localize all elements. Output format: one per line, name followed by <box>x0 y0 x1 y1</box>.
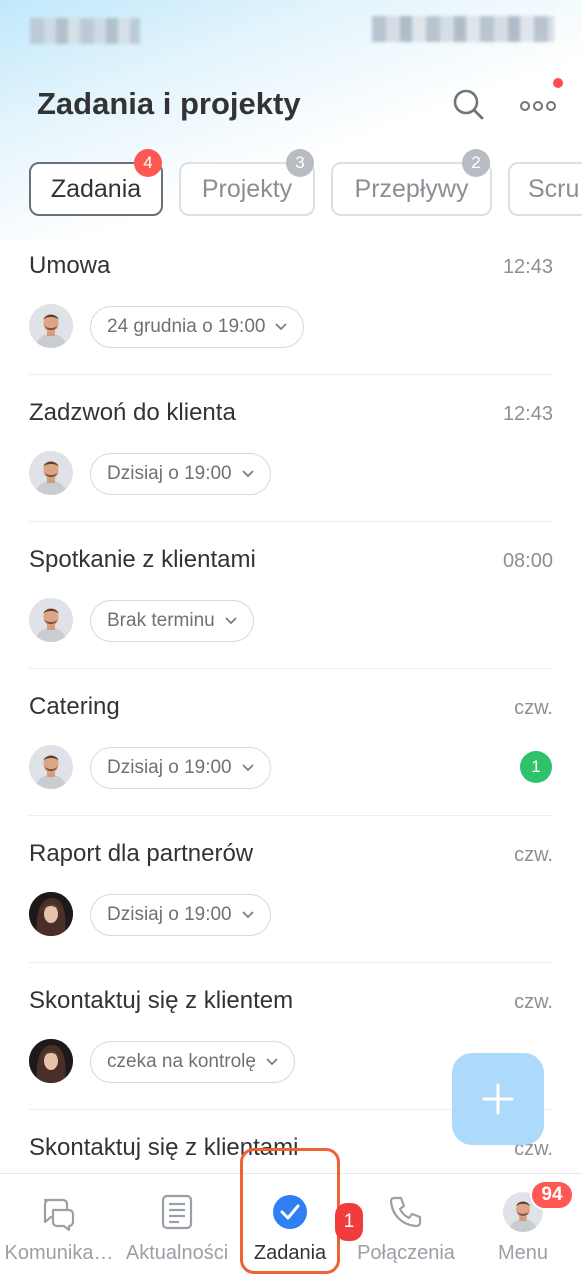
task-title: Zadzwoń do klienta <box>29 399 236 426</box>
tab-bar: Zadania 4 Projekty 3 Przepływy 2 Scru <box>0 148 582 228</box>
deadline-label: Brak terminu <box>107 610 215 631</box>
task-title: Skontaktuj się z klientem <box>29 987 294 1014</box>
nav-label: Połączenia <box>357 1242 455 1264</box>
nav-label: Zadania <box>253 1242 327 1264</box>
nav-item-zadania[interactable]: Zadania <box>240 1174 340 1280</box>
status-bar-left-redacted <box>30 18 140 44</box>
check-circle-icon <box>273 1195 307 1229</box>
task-time: czw. <box>514 697 553 719</box>
phone-icon <box>389 1196 422 1228</box>
chevron-down-icon <box>275 323 288 331</box>
tab-label: Projekty <box>201 174 293 203</box>
task-time: czw. <box>514 844 553 866</box>
nav-item-polaczenia[interactable]: Połączenia <box>348 1174 464 1280</box>
news-icon <box>161 1194 193 1230</box>
plus-icon <box>482 1083 514 1115</box>
task-title: Umowa <box>29 252 111 279</box>
task-item[interactable]: Raport dla partnerów czw. Dzisiaj o 19:0… <box>0 816 582 963</box>
app-header: Zadania i projekty <box>0 70 582 140</box>
task-item[interactable]: Spotkanie z klientami 08:00 Brak terminu <box>0 522 582 669</box>
tab-label: Przepływy <box>354 174 469 203</box>
avatar <box>29 745 73 789</box>
chevron-down-icon <box>266 1058 278 1066</box>
deadline-button[interactable]: Brak terminu <box>90 600 254 642</box>
deadline-label: Dzisiaj o 19:00 <box>107 463 232 484</box>
task-item[interactable]: Umowa 12:43 24 grudnia o 19:00 <box>0 228 582 375</box>
search-icon <box>453 89 484 120</box>
more-button[interactable] <box>516 84 560 124</box>
nav-item-komunikator[interactable]: Komunika… <box>0 1174 118 1280</box>
deadline-label: czeka na kontrolę <box>107 1051 256 1072</box>
menu-badge: 94 <box>530 1180 574 1210</box>
more-icon <box>520 101 556 111</box>
tasks-nav-badge: 1 <box>335 1203 363 1241</box>
task-time: 12:43 <box>502 403 553 425</box>
tab-badge: 4 <box>134 149 162 177</box>
deadline-label: 24 grudnia o 19:00 <box>107 316 266 337</box>
chevron-down-icon <box>241 470 254 478</box>
task-item[interactable]: Zadzwoń do klienta 12:43 Dzisiaj o 19:00 <box>0 375 582 522</box>
tab-badge: 3 <box>286 149 314 177</box>
deadline-button[interactable]: Dzisiaj o 19:00 <box>90 894 271 936</box>
task-title: Skontaktuj się z klientami <box>29 1134 299 1161</box>
bottom-navigation: Komunika… Aktualności Zadania Połączenia… <box>0 1173 582 1280</box>
deadline-button[interactable]: czeka na kontrolę <box>90 1041 295 1083</box>
chevron-down-icon <box>241 911 254 919</box>
task-time: czw. <box>514 991 553 1013</box>
page-title: Zadania i projekty <box>37 86 301 121</box>
tab-label: Scru <box>528 174 580 203</box>
avatar <box>29 598 73 642</box>
nav-label: Menu <box>497 1242 549 1264</box>
task-title: Spotkanie z klientami <box>29 546 256 573</box>
avatar <box>29 892 73 936</box>
avatar <box>29 1039 73 1083</box>
chevron-down-icon <box>241 764 254 772</box>
task-item[interactable]: Catering czw. Dzisiaj o 19:00 1 <box>0 669 582 816</box>
deadline-label: Dzisiaj o 19:00 <box>107 757 232 778</box>
search-button[interactable] <box>448 84 488 124</box>
tab-label: Zadania <box>50 174 142 203</box>
avatar <box>29 304 73 348</box>
chevron-down-icon <box>225 617 237 625</box>
nav-label: Komunika… <box>4 1242 114 1264</box>
add-task-button[interactable] <box>452 1053 544 1145</box>
status-bar <box>0 0 582 60</box>
nav-label: Aktualności <box>125 1242 229 1264</box>
task-time: 08:00 <box>502 550 553 572</box>
deadline-button[interactable]: 24 grudnia o 19:00 <box>90 306 305 348</box>
deadline-label: Dzisiaj o 19:00 <box>107 904 232 925</box>
nav-item-aktualnosci[interactable]: Aktualności <box>118 1174 236 1280</box>
comment-counter-badge: 1 <box>520 751 552 783</box>
status-bar-right-redacted <box>372 16 554 42</box>
task-title: Raport dla partnerów <box>29 840 254 867</box>
chat-icon <box>43 1198 75 1232</box>
task-title: Catering <box>29 693 120 720</box>
deadline-button[interactable]: Dzisiaj o 19:00 <box>90 453 271 495</box>
notification-dot <box>553 78 563 88</box>
avatar <box>29 451 73 495</box>
task-time: 12:43 <box>502 256 553 278</box>
tab-scrum[interactable]: Scru <box>508 162 582 216</box>
deadline-button[interactable]: Dzisiaj o 19:00 <box>90 747 271 789</box>
tab-badge: 2 <box>462 149 490 177</box>
